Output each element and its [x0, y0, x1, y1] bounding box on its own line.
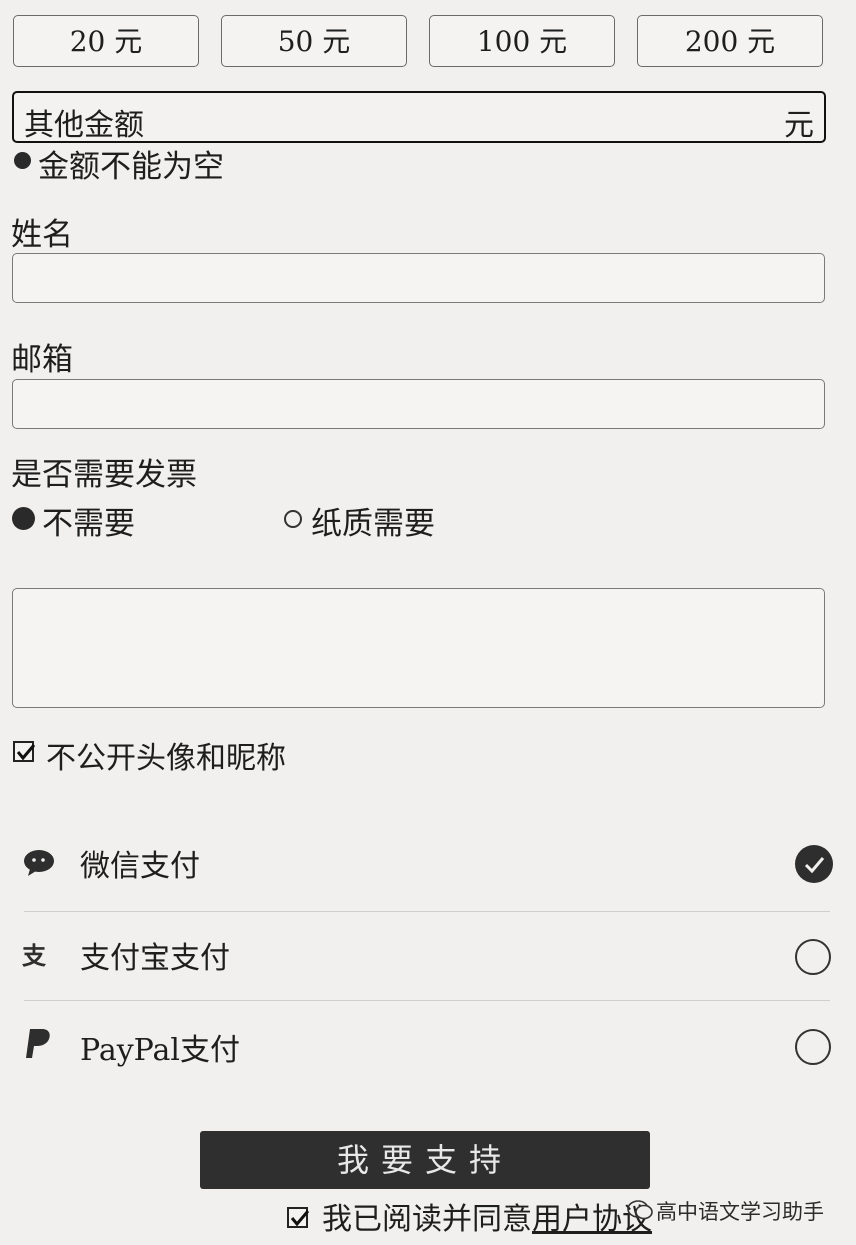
checkmark-icon: [290, 1210, 310, 1227]
other-amount-unit: 元: [784, 108, 814, 143]
wechat-icon: [24, 850, 54, 876]
checkmark-icon: [16, 744, 36, 761]
invoice-radio-none[interactable]: [12, 507, 35, 530]
alipay-pay-radio[interactable]: [795, 939, 831, 975]
amount-error-message: 金额不能为空: [38, 149, 224, 185]
agreement-prefix: 我已阅读并同意: [322, 1202, 532, 1237]
other-amount-placeholder: 其他金额: [24, 108, 144, 143]
anonymous-checkbox[interactable]: [13, 741, 36, 762]
invoice-label: 是否需要发票: [11, 457, 197, 493]
invoice-radio-paper[interactable]: [284, 510, 302, 528]
email-field[interactable]: [12, 379, 825, 429]
invoice-option-paper-label: 纸质需要: [311, 506, 435, 542]
name-field[interactable]: [12, 253, 825, 303]
email-label: 邮箱: [11, 342, 73, 378]
paypal-pay-radio[interactable]: [795, 1029, 831, 1065]
payment-divider: [24, 1000, 830, 1001]
anonymous-label: 不公开头像和昵称: [46, 741, 286, 776]
alipay-icon: 支: [22, 942, 47, 970]
other-amount-input[interactable]: 其他金额 元: [12, 91, 826, 143]
error-dot-icon: [14, 152, 31, 169]
wechat-pay-radio[interactable]: [795, 845, 833, 883]
amount-button-50[interactable]: 50 元: [221, 15, 407, 67]
agreement-text: 我已阅读并同意用户协议: [322, 1194, 652, 1238]
amount-button-200[interactable]: 200 元: [637, 15, 823, 67]
paypal-pay-label: PayPal支付: [80, 1033, 240, 1068]
svg-text:支: 支: [22, 942, 47, 970]
check-icon: [804, 857, 825, 874]
agreement-checkbox[interactable]: [287, 1207, 310, 1228]
amount-button-100[interactable]: 100 元: [429, 15, 615, 67]
wechat-pay-label: 微信支付: [80, 849, 200, 884]
wechat-watermark-icon: [627, 1200, 653, 1220]
name-label: 姓名: [11, 217, 73, 253]
invoice-option-none-label: 不需要: [42, 506, 135, 542]
paypal-icon: [26, 1029, 50, 1058]
support-submit-button[interactable]: 我要支持: [200, 1131, 650, 1189]
alipay-pay-label: 支付宝支付: [80, 941, 230, 976]
message-textarea[interactable]: [12, 588, 825, 708]
payment-divider: [24, 911, 830, 912]
amount-button-20[interactable]: 20 元: [13, 15, 199, 67]
watermark-text: 高中语文学习助手: [656, 1200, 824, 1224]
